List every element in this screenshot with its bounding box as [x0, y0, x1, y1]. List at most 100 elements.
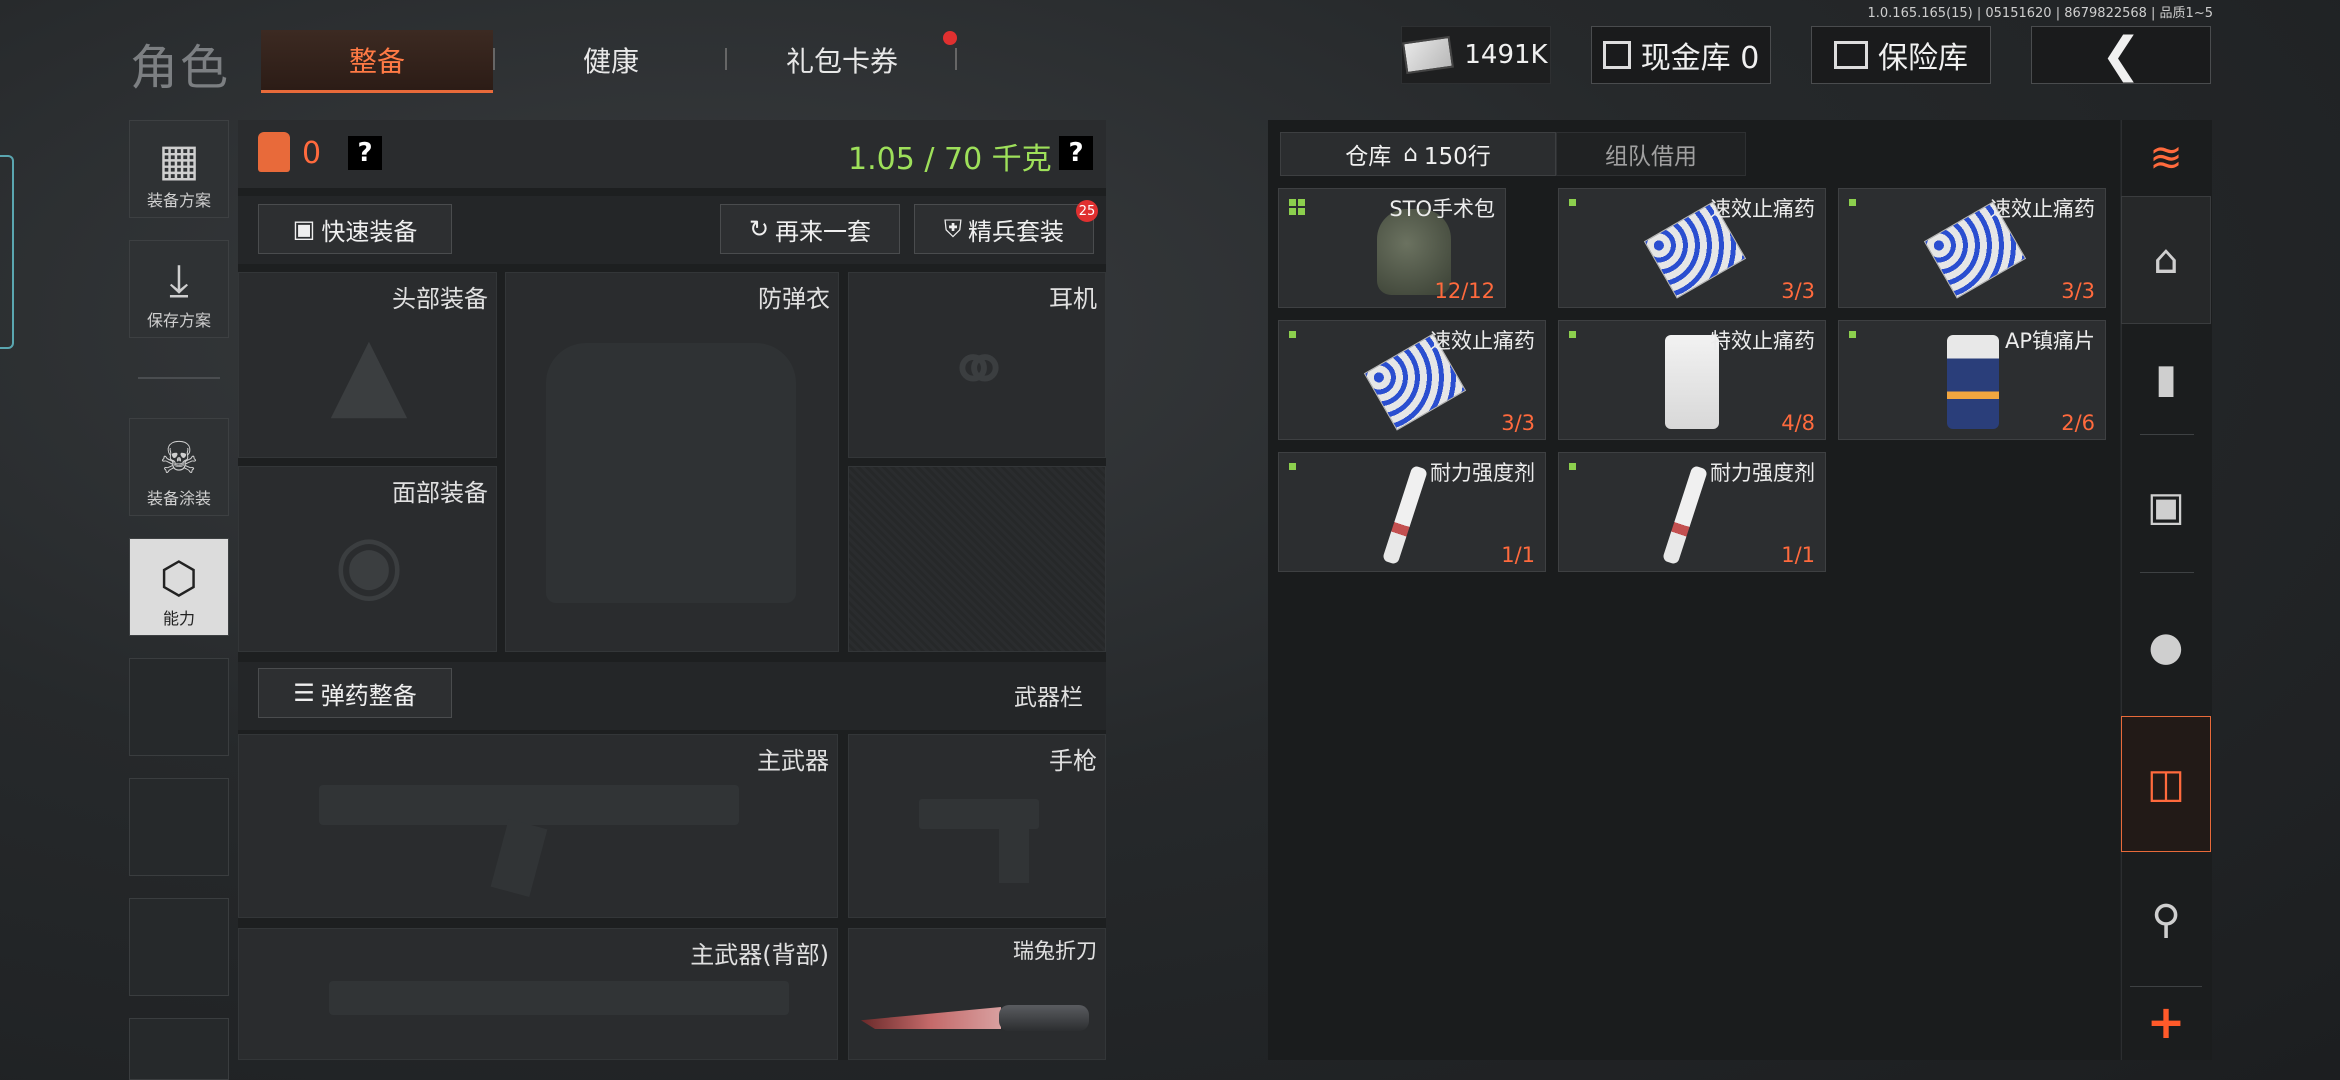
tab-storage[interactable]: 仓库 ⌂ 150行	[1280, 132, 1556, 176]
quality-dot	[1849, 331, 1856, 338]
ammo-icon: ☰	[293, 679, 315, 707]
inventory-item[interactable]: 速效止痛药 3/3	[1278, 320, 1546, 440]
headset-icon: ⚭	[945, 323, 1013, 416]
sidebar-empty-slot	[129, 1018, 229, 1080]
sidebar-empty-slot	[129, 778, 229, 876]
slot-face[interactable]: 面部装备 ◉	[238, 466, 497, 652]
pill-bottle-icon	[1947, 335, 1999, 429]
safe-icon	[1834, 41, 1868, 69]
help-icon[interactable]: ?	[348, 136, 382, 170]
slot-primary-back[interactable]: 主武器(背部)	[238, 928, 838, 1060]
save-plan-button[interactable]: ⤓ 保存方案	[129, 240, 229, 338]
money-display: 1491K	[1401, 26, 1551, 84]
safe-button[interactable]: 保险库	[1811, 26, 1991, 84]
back-arrow-icon: ❮	[2100, 27, 2142, 83]
ammo-prepare-button[interactable]: ☰ 弹药整备	[258, 668, 452, 718]
loadout-plan-label: 装备方案	[146, 191, 211, 210]
tab-health[interactable]: 健康	[495, 30, 727, 90]
layers-refresh-icon[interactable]: ≋	[2121, 120, 2211, 195]
back-button[interactable]: ❮	[2031, 26, 2211, 84]
inventory-item[interactable]: 速效止痛药 3/3	[1558, 188, 1826, 308]
gas-mask-icon: ◉	[334, 517, 404, 610]
sidebar-empty-slot	[129, 898, 229, 996]
slot-locked	[848, 466, 1106, 652]
sidebar-divider	[138, 377, 220, 379]
rifle-icon	[329, 981, 789, 1015]
loadout-plan-button[interactable]: ▦ 装备方案	[129, 120, 229, 218]
elite-kit-button[interactable]: ⛨ 精兵套装	[914, 204, 1094, 254]
inventory-item[interactable]: 耐力强度剂 1/1	[1558, 452, 1826, 572]
cash-icon	[1402, 35, 1455, 75]
tab-divider	[955, 48, 957, 70]
notification-dot	[943, 31, 957, 45]
equipment-skin-button[interactable]: ☠ 装备涂装	[129, 418, 229, 516]
quality-dot	[1569, 331, 1576, 338]
refresh-icon: ↻	[748, 215, 770, 243]
storage-icon[interactable]: ◫	[2121, 716, 2211, 852]
slot-earphone[interactable]: 耳机 ⚭	[848, 272, 1106, 458]
inventory-item[interactable]: 速效止痛药 3/3	[1838, 188, 2106, 308]
repeat-loadout-button[interactable]: ↻ 再来一套	[720, 204, 900, 254]
quality-dot	[1569, 463, 1576, 470]
body-armor-icon	[546, 343, 796, 603]
cash-vault-label: 现金库 0	[1640, 41, 1760, 76]
weapon-bar-label: 武器栏	[1014, 685, 1083, 711]
optic-icon[interactable]: ▣	[2121, 444, 2211, 570]
shield-icon: ⛨	[944, 215, 962, 243]
cash-vault-button[interactable]: 现金库 0	[1591, 26, 1771, 84]
safe-label: 保险库	[1878, 41, 1968, 76]
quality-dot	[1289, 331, 1296, 338]
rail-divider	[2130, 986, 2202, 987]
tab-prepare[interactable]: 整备	[261, 30, 493, 93]
help-icon[interactable]: ?	[1059, 136, 1093, 170]
money-amount: 1491K	[1464, 40, 1548, 70]
slot-knife[interactable]: 瑞兔折刀	[848, 928, 1106, 1060]
skull-helmet-icon: ☠	[159, 433, 199, 484]
quality-dot	[1289, 463, 1296, 470]
grid-size-icon	[1289, 199, 1305, 215]
key-icon[interactable]: ⚲	[2121, 860, 2211, 980]
weight-readout: 1.05 / 70 千克	[848, 142, 1052, 177]
elite-badge: 25	[1076, 200, 1098, 222]
knife-handle	[999, 1005, 1089, 1031]
inventory-item[interactable]: 特效止痛药 4/8	[1558, 320, 1826, 440]
slot-primary-weapon[interactable]: 主武器	[238, 734, 838, 918]
home-icon: ⌂	[1403, 141, 1418, 167]
quality-dot	[1569, 199, 1576, 206]
pistol-icon	[919, 799, 1039, 829]
slot-pistol[interactable]: 手枪	[848, 734, 1106, 918]
rifle-magazine-shape	[490, 819, 548, 897]
page-title: 角色	[130, 40, 231, 96]
slot-head[interactable]: 头部装备 ▲	[238, 272, 497, 458]
injector-icon	[1661, 464, 1709, 566]
inventory-item[interactable]: STO手术包 12/12	[1278, 188, 1506, 308]
inventory-item[interactable]: 耐力强度剂 1/1	[1278, 452, 1546, 572]
knife-blade	[861, 1007, 1001, 1029]
shirt-icon: ▣	[292, 215, 316, 243]
tab-team-borrow[interactable]: 组队借用	[1556, 132, 1746, 176]
inventory-item[interactable]: AP镇痛片 2/6	[1838, 320, 2106, 440]
rail-divider	[2140, 572, 2194, 573]
pistol-grip-shape	[999, 827, 1029, 883]
rifle-icon	[319, 785, 739, 825]
download-icon: ⤓	[169, 255, 189, 306]
rail-divider	[2140, 434, 2194, 435]
lightning-hex-icon: ⬡	[159, 553, 199, 604]
ammo-icon[interactable]: ▮	[2121, 324, 2211, 434]
quick-equip-button[interactable]: ▣ 快速装备	[258, 204, 452, 254]
equipment-skin-label: 装备涂装	[146, 489, 211, 508]
tab-gift-coupons[interactable]: 礼包卡券	[727, 30, 957, 90]
home-icon[interactable]: ⌂	[2121, 196, 2211, 324]
ability-label: 能力	[162, 609, 195, 628]
left-edge-handle[interactable]	[0, 155, 14, 349]
sidebar-empty-slot	[129, 658, 229, 756]
ability-button[interactable]: ⬡ 能力	[129, 538, 229, 636]
slot-vest[interactable]: 防弹衣	[505, 272, 839, 652]
save-plan-label: 保存方案	[146, 311, 211, 330]
grenade-icon[interactable]: ●	[2121, 582, 2211, 712]
vest-icon	[258, 132, 290, 172]
quality-dot	[1849, 199, 1856, 206]
vest-icon: ▦	[158, 135, 200, 186]
plus-icon[interactable]: +	[2121, 994, 2211, 1050]
version-info: 1.0.165.165(15) | 05151620 | 8679822568 …	[1867, 6, 2214, 21]
